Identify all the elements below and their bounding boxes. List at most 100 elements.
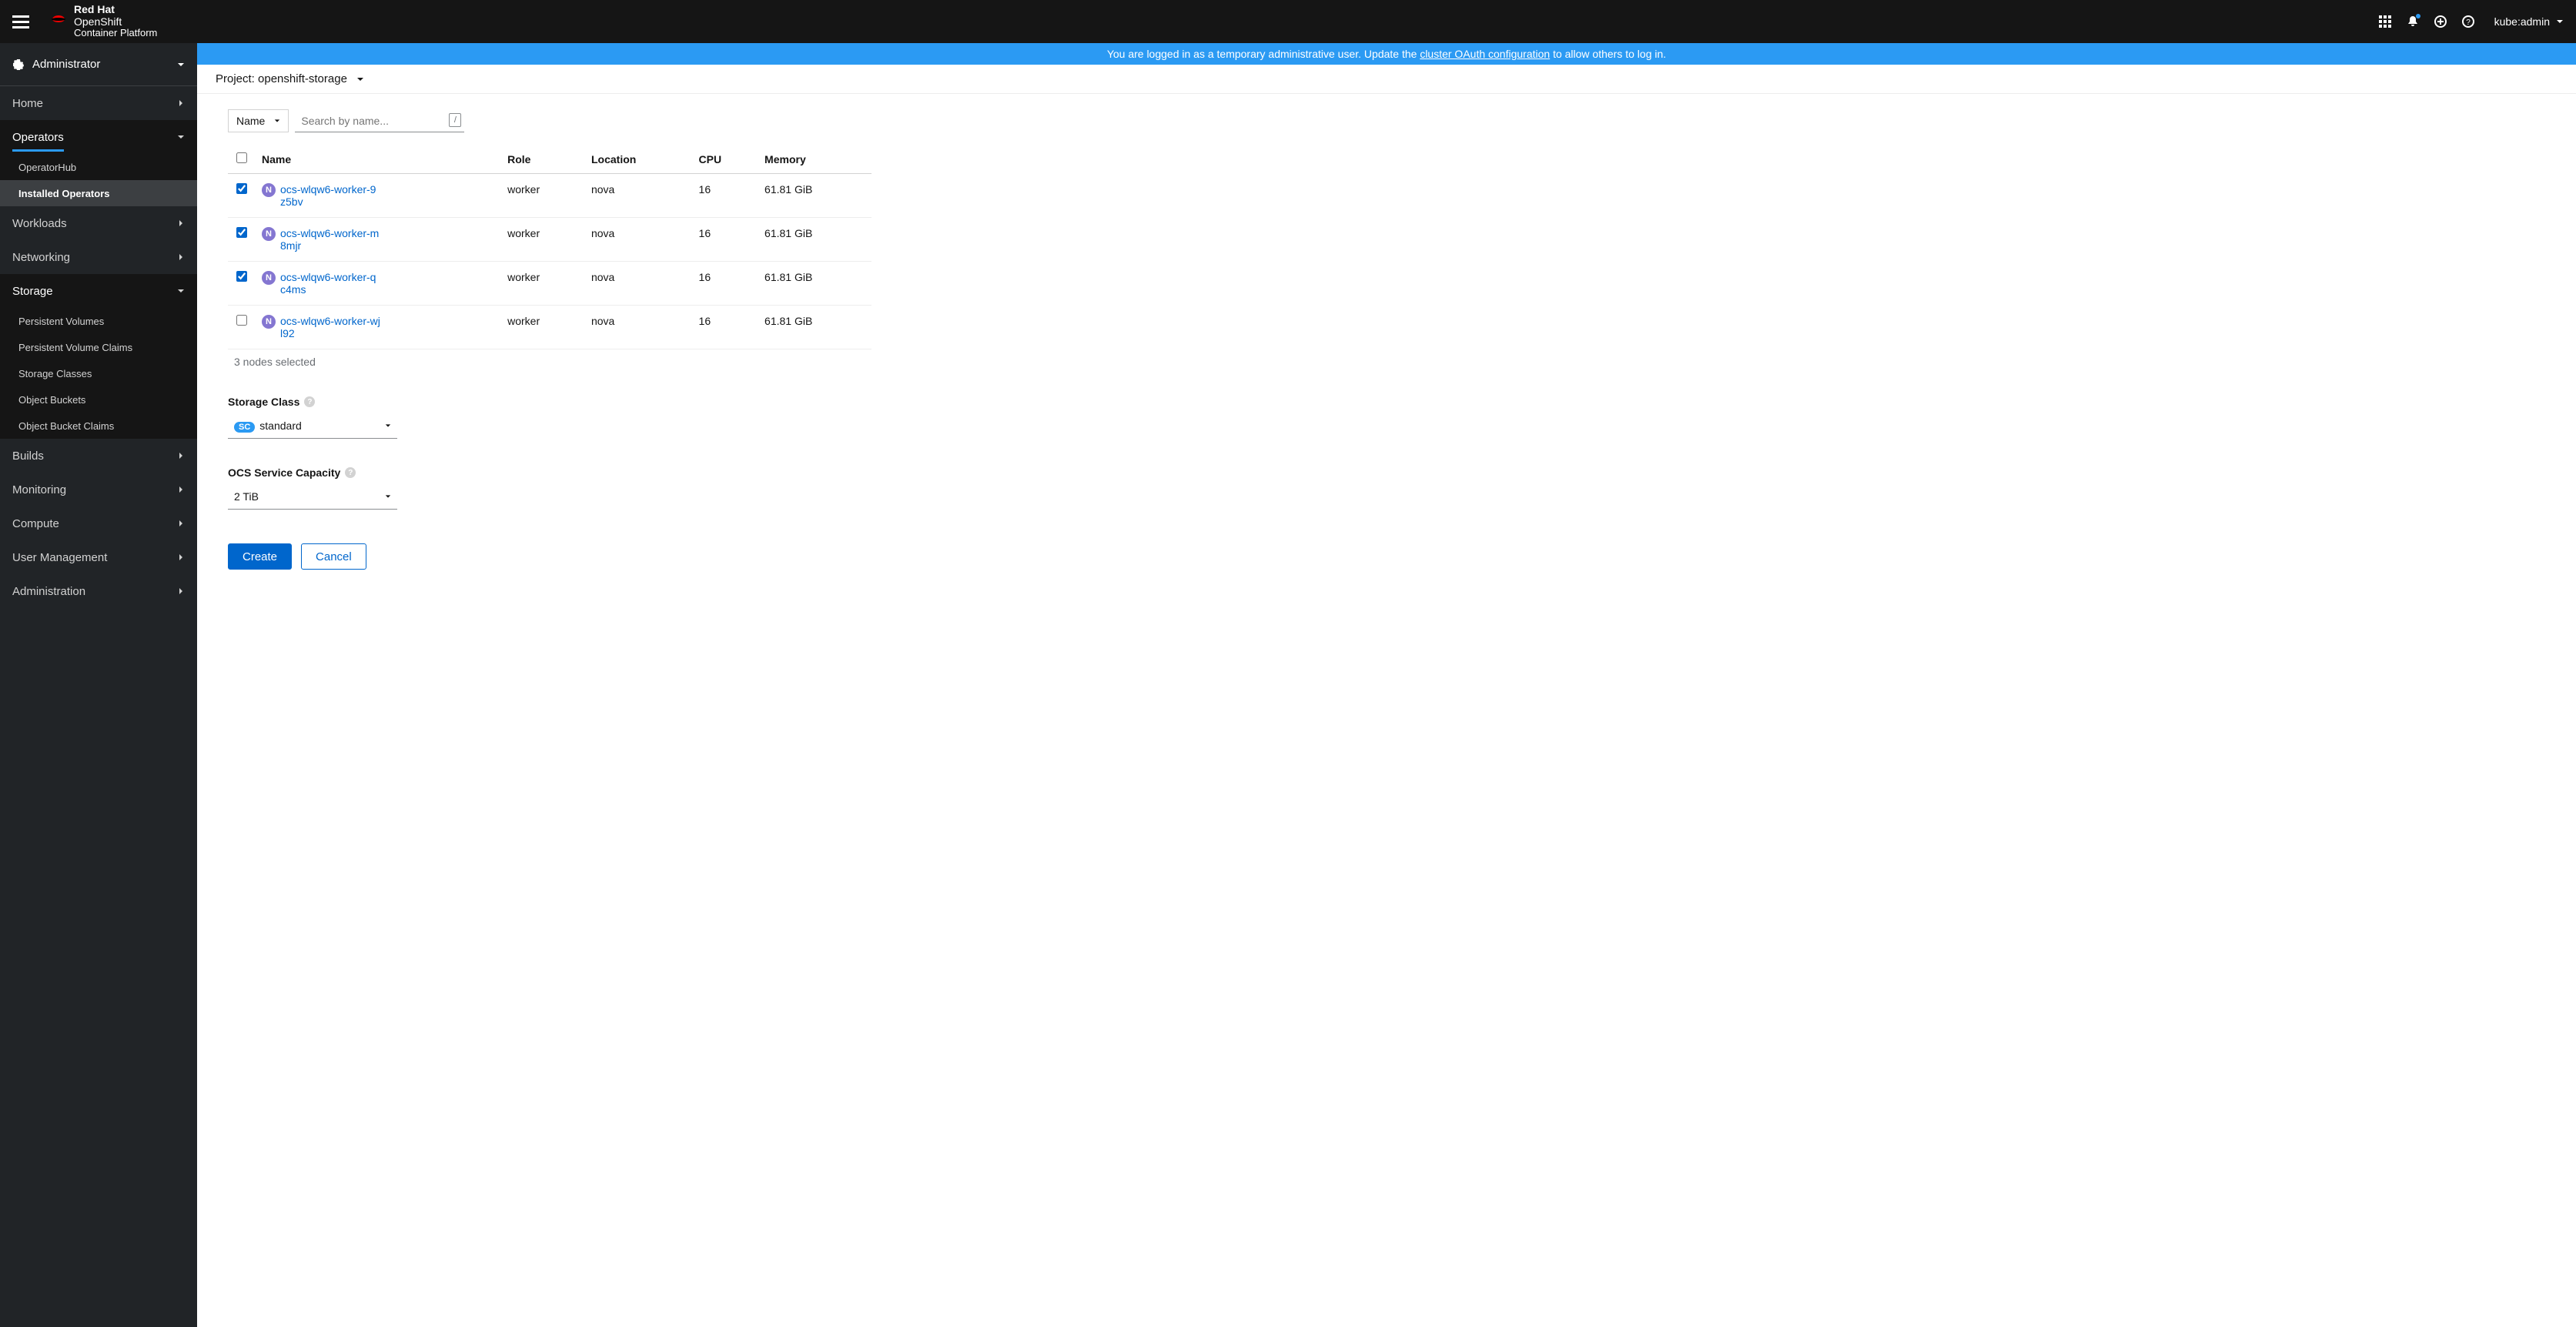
brand-line1-reg: OpenShift	[74, 16, 157, 28]
nav-sub-object-buckets[interactable]: Object Buckets	[0, 386, 197, 413]
nodes-table: Name Role Location CPU Memory Nocs-wlqw6…	[228, 145, 871, 349]
perspective-label: Administrator	[32, 58, 100, 71]
node-badge-icon: N	[262, 315, 276, 329]
notif-link[interactable]: cluster OAuth configuration	[1420, 48, 1550, 60]
cell-role: worker	[501, 218, 585, 262]
col-role: Role	[501, 145, 585, 174]
node-link[interactable]: ocs-wlqw6-worker-wjl92	[280, 315, 380, 339]
row-checkbox[interactable]	[236, 227, 247, 238]
row-checkbox[interactable]	[236, 271, 247, 282]
nav-sub-installed-operators[interactable]: Installed Operators	[0, 180, 197, 206]
chevron-right-icon	[177, 520, 185, 527]
nav-item-workloads[interactable]: Workloads	[0, 206, 197, 240]
chevron-down-icon	[177, 287, 185, 295]
chevron-down-icon	[2556, 18, 2564, 25]
help-icon[interactable]: ?	[345, 467, 356, 478]
svg-text:?: ?	[2466, 18, 2471, 27]
nav-sub-storage-classes[interactable]: Storage Classes	[0, 360, 197, 386]
masthead: Red Hat OpenShift Container Platform ? k…	[0, 0, 2576, 43]
brand-line2: Container Platform	[74, 28, 157, 38]
nav-label: User Management	[12, 551, 107, 564]
nav-item-operators[interactable]: Operators	[0, 120, 197, 154]
nav-label: Builds	[12, 450, 44, 463]
help-icon[interactable]: ?	[304, 396, 315, 407]
filter-type-dropdown[interactable]: Name	[228, 109, 289, 132]
user-menu[interactable]: kube:admin	[2494, 15, 2564, 28]
chevron-right-icon	[177, 553, 185, 561]
brand-logo[interactable]: Red Hat OpenShift Container Platform	[49, 4, 157, 38]
search-input[interactable]	[295, 109, 464, 132]
nav-label: Monitoring	[12, 483, 66, 496]
user-name: kube:admin	[2494, 15, 2550, 28]
add-icon[interactable]	[2427, 8, 2454, 35]
node-link[interactable]: ocs-wlqw6-worker-m8mjr	[280, 227, 380, 252]
apps-icon[interactable]	[2371, 8, 2399, 35]
nav-sub-object-bucket-claims[interactable]: Object Bucket Claims	[0, 413, 197, 439]
chevron-right-icon	[177, 452, 185, 460]
cell-cpu: 16	[693, 262, 759, 306]
chevron-right-icon	[177, 219, 185, 227]
chevron-down-icon	[274, 118, 280, 124]
nav-sub-persistent-volumes[interactable]: Persistent Volumes	[0, 308, 197, 334]
storage-class-dropdown[interactable]: SCstandard	[228, 413, 397, 439]
notif-prefix: You are logged in as a temporary adminis…	[1107, 48, 1420, 60]
cell-cpu: 16	[693, 218, 759, 262]
cell-memory: 61.81 GiB	[758, 306, 871, 349]
cell-cpu: 16	[693, 174, 759, 218]
storage-class-label: Storage Class	[228, 396, 299, 408]
nav-item-storage[interactable]: Storage	[0, 274, 197, 308]
capacity-dropdown[interactable]: 2 TiB	[228, 483, 397, 510]
nav-label: Storage	[12, 285, 53, 298]
cell-memory: 61.81 GiB	[758, 218, 871, 262]
cell-location: nova	[585, 262, 693, 306]
nav-item-administration[interactable]: Administration	[0, 574, 197, 608]
nav-label: Operators	[12, 131, 64, 144]
nav-item-builds[interactable]: Builds	[0, 439, 197, 473]
nav-sub-persistent-volume-claims[interactable]: Persistent Volume Claims	[0, 334, 197, 360]
cell-location: nova	[585, 306, 693, 349]
cell-role: worker	[501, 174, 585, 218]
cell-memory: 61.81 GiB	[758, 174, 871, 218]
node-badge-icon: N	[262, 271, 276, 285]
node-link[interactable]: ocs-wlqw6-worker-9z5bv	[280, 183, 380, 208]
selected-count: 3 nodes selected	[228, 349, 871, 368]
table-row: Nocs-wlqw6-worker-wjl92workernova1661.81…	[228, 306, 871, 349]
nav-item-monitoring[interactable]: Monitoring	[0, 473, 197, 506]
chevron-right-icon	[177, 253, 185, 261]
row-checkbox[interactable]	[236, 315, 247, 326]
node-link[interactable]: ocs-wlqw6-worker-qc4ms	[280, 271, 380, 296]
node-badge-icon: N	[262, 227, 276, 241]
create-button[interactable]: Create	[228, 543, 292, 570]
nav-item-user-management[interactable]: User Management	[0, 540, 197, 574]
nav-item-compute[interactable]: Compute	[0, 506, 197, 540]
nav-sub-operatorhub[interactable]: OperatorHub	[0, 154, 197, 180]
cell-role: worker	[501, 306, 585, 349]
col-memory: Memory	[758, 145, 871, 174]
gear-icon	[12, 58, 25, 71]
project-selector[interactable]: Project: openshift-storage	[197, 65, 2576, 94]
sc-badge: SC	[234, 422, 255, 433]
capacity-value: 2 TiB	[234, 490, 259, 503]
cell-location: nova	[585, 218, 693, 262]
nav-label: Networking	[12, 251, 70, 264]
nav-label: Home	[12, 97, 43, 110]
node-badge-icon: N	[262, 183, 276, 197]
nav-item-home[interactable]: Home	[0, 86, 197, 120]
cell-location: nova	[585, 174, 693, 218]
select-all-checkbox[interactable]	[236, 152, 247, 163]
chevron-down-icon	[385, 493, 391, 500]
hamburger-menu-button[interactable]	[12, 12, 31, 31]
nav-label: Administration	[12, 585, 85, 598]
content-area: You are logged in as a temporary adminis…	[197, 43, 2576, 1327]
slash-shortcut-icon: /	[449, 113, 461, 127]
row-checkbox[interactable]	[236, 183, 247, 194]
filter-row: Name /	[228, 109, 871, 132]
cancel-button[interactable]: Cancel	[301, 543, 366, 570]
table-row: Nocs-wlqw6-worker-9z5bv workernova1661.81…	[228, 174, 871, 218]
notifications-icon[interactable]	[2399, 8, 2427, 35]
help-icon[interactable]: ?	[2454, 8, 2482, 35]
perspective-switcher[interactable]: Administrator	[0, 43, 197, 86]
nav-item-networking[interactable]: Networking	[0, 240, 197, 274]
project-label: Project: openshift-storage	[216, 72, 347, 85]
col-location: Location	[585, 145, 693, 174]
